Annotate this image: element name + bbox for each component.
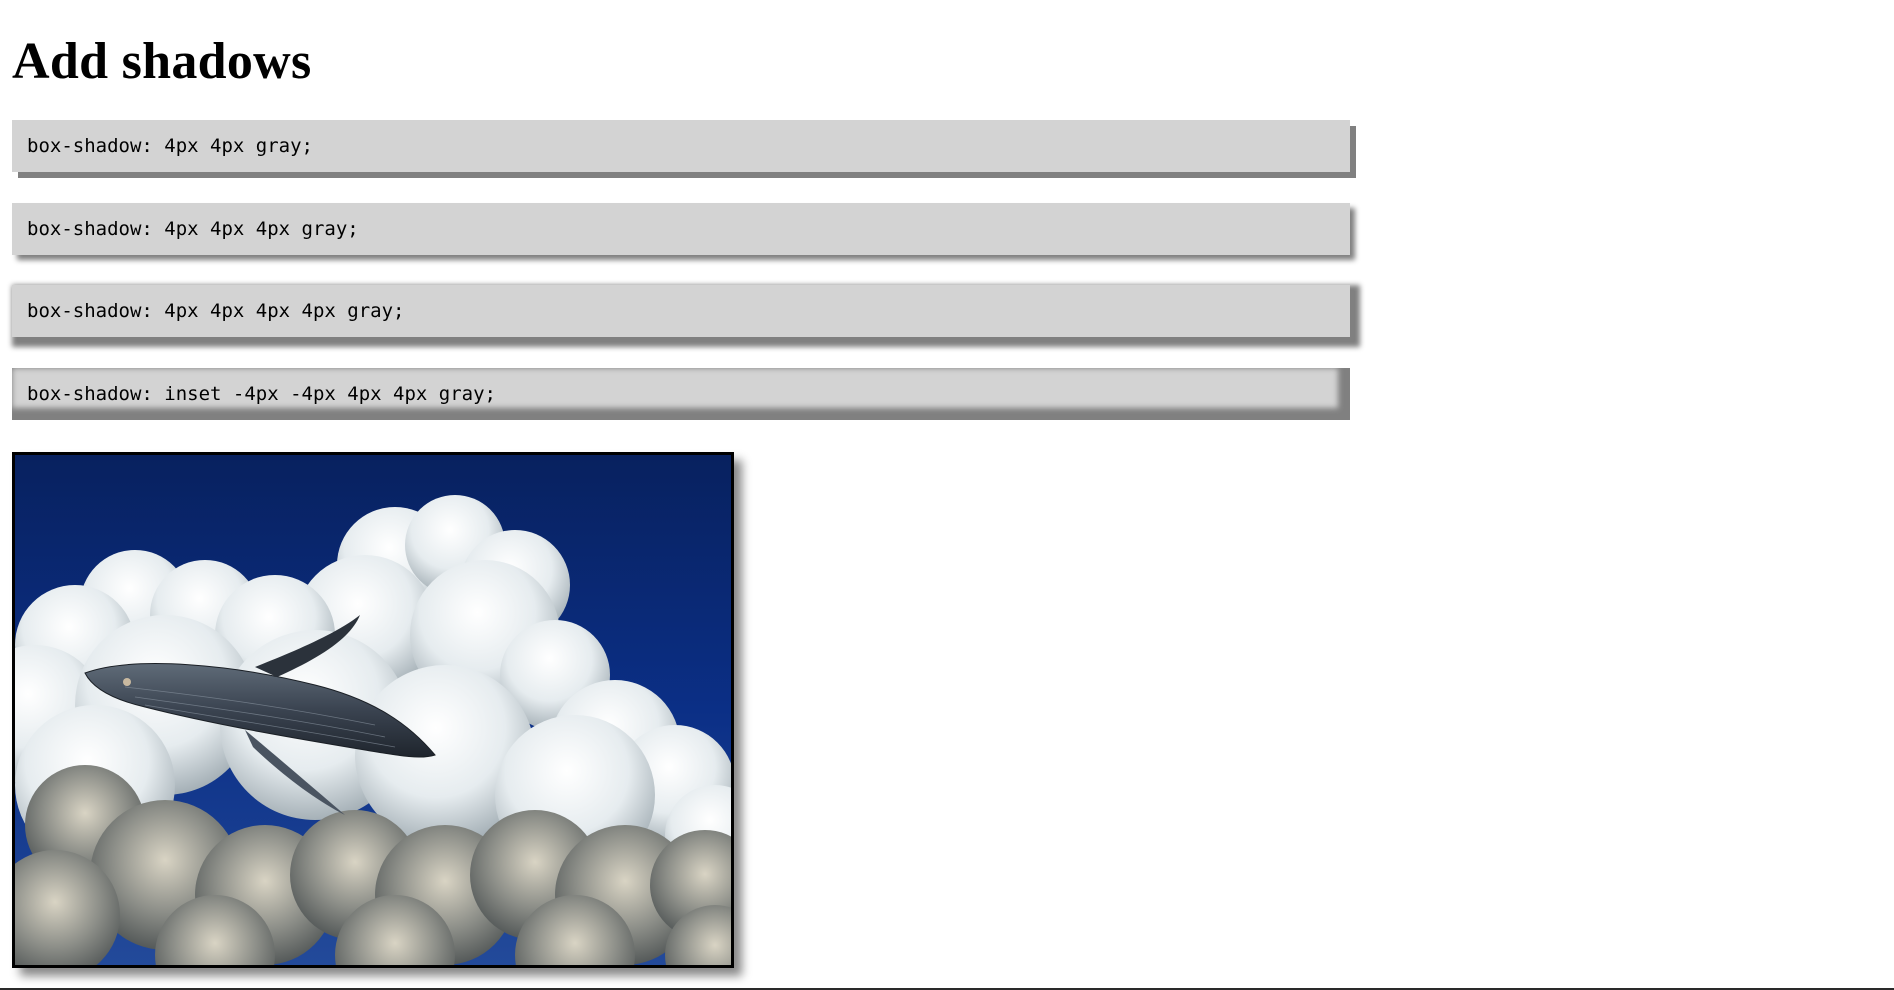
whale-clouds-illustration (15, 455, 731, 965)
spread-shadow-example-box: box-shadow: 4px 4px 4px 4px gray; (12, 285, 1350, 337)
blur-shadow-example-box: box-shadow: 4px 4px 4px gray; (12, 203, 1350, 255)
shadow-example-box: box-shadow: 4px 4px gray; (12, 120, 1350, 172)
shadow-example-code: box-shadow: 4px 4px 4px 4px gray; (27, 300, 405, 322)
inset-shadow-example-box: box-shadow: inset -4px -4px 4px 4px gray… (12, 368, 1350, 420)
shadow-example-code: box-shadow: 4px 4px 4px gray; (27, 218, 359, 240)
shadow-example-code: box-shadow: 4px 4px gray; (27, 135, 313, 157)
page-title: Add shadows (12, 33, 312, 90)
shadow-example-code: box-shadow: inset -4px -4px 4px 4px gray… (27, 383, 496, 405)
whale-in-clouds-image (12, 452, 734, 968)
